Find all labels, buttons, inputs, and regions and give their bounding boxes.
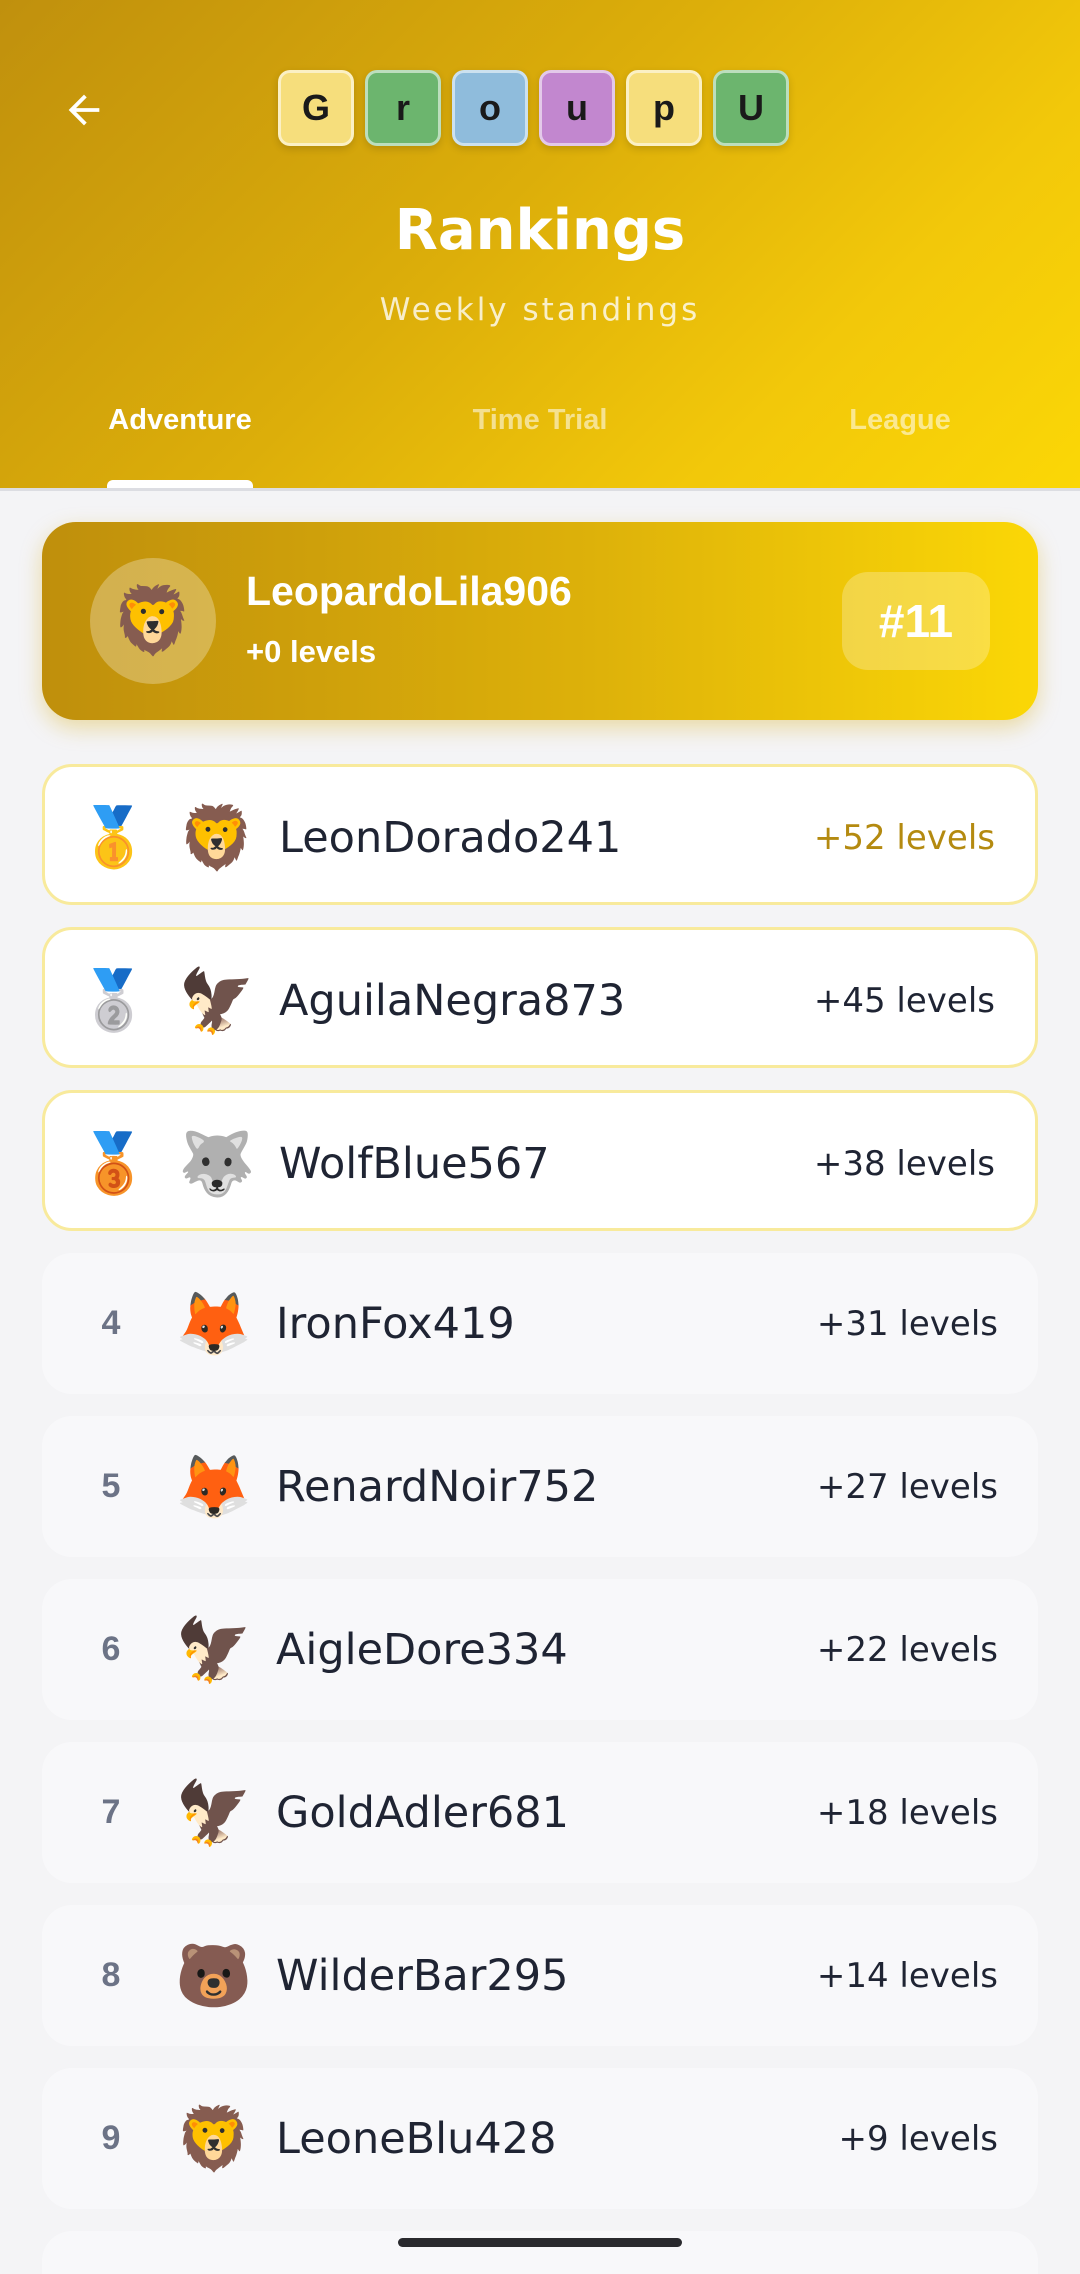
- medal-icon: 🥈: [78, 930, 150, 1071]
- current-user-name: LeopardoLila906: [246, 568, 572, 614]
- arrow-left-icon: [68, 94, 100, 126]
- tab-league[interactable]: League: [720, 396, 1080, 488]
- player-name: LeoneBlu428: [276, 2113, 557, 2164]
- player-levels: +27 levels: [816, 1466, 998, 1507]
- avatar: 🦁: [178, 800, 256, 874]
- rank-number: [82, 2231, 140, 2274]
- avatar: 🦅: [178, 963, 256, 1037]
- rank-number: 8: [101, 1956, 121, 1994]
- player-name: RenardNoir752: [276, 1461, 599, 1512]
- logo-tile: U: [713, 70, 789, 146]
- medal-icon: 🥉: [77, 1130, 151, 1196]
- tab-bar: Adventure Time Trial League: [0, 396, 1080, 488]
- avatar: 🦁: [175, 2101, 253, 2175]
- leaderboard-row[interactable]: 7 🦅 GoldAdler681 +18 levels: [42, 1742, 1038, 1883]
- leaderboard-row[interactable]: 🥉 🐺 WolfBlue567 +38 levels: [42, 1090, 1038, 1231]
- app-logo: GroupU: [278, 70, 789, 146]
- current-user-card[interactable]: 🦁 LeopardoLila906 +0 levels #11: [42, 522, 1038, 720]
- header: GroupU Rankings Weekly standings Adventu…: [0, 0, 1080, 488]
- player-name: LeonDorado241: [279, 812, 622, 863]
- current-user-levels: +0 levels: [246, 634, 377, 669]
- logo-tile: G: [278, 70, 354, 146]
- rank-number: 4: [101, 1304, 121, 1342]
- player-levels: +22 levels: [816, 1629, 998, 1670]
- avatar: 🦅: [175, 1775, 253, 1849]
- player-levels: +52 levels: [813, 817, 995, 858]
- page-title: Rankings: [394, 198, 686, 263]
- player-name: GoldAdler681: [276, 1787, 569, 1838]
- player-name: IronFox419: [276, 1298, 515, 1349]
- avatar: 🦊: [175, 1449, 253, 1523]
- medal-icon: 🥉: [78, 1093, 150, 1234]
- player-name: AigleDore334: [276, 1624, 568, 1675]
- rank-number: 6: [101, 1630, 121, 1668]
- back-button[interactable]: [52, 78, 116, 142]
- avatar: 🐻: [175, 1938, 253, 2012]
- avatar: 🦁: [90, 558, 216, 684]
- page-subtitle: Weekly standings: [379, 292, 701, 328]
- player-levels: +14 levels: [816, 1955, 998, 1996]
- leaderboard-row[interactable]: 5 🦊 RenardNoir752 +27 levels: [42, 1416, 1038, 1557]
- player-levels: +38 levels: [813, 1143, 995, 1184]
- player-name: WilderBar295: [276, 1950, 569, 2001]
- rank-number: 5: [101, 1467, 121, 1505]
- avatar: 🐺: [178, 1126, 256, 1200]
- logo-tile: o: [452, 70, 528, 146]
- player-levels: +18 levels: [816, 1792, 998, 1833]
- leaderboard-row[interactable]: 🥇 🦁 LeonDorado241 +52 levels: [42, 764, 1038, 905]
- leaderboard-row[interactable]: 8 🐻 WilderBar295 +14 levels: [42, 1905, 1038, 2046]
- leaderboard-row[interactable]: 6 🦅 AigleDore334 +22 levels: [42, 1579, 1038, 1720]
- avatar: 🦊: [175, 1286, 253, 1360]
- logo-tile: p: [626, 70, 702, 146]
- leaderboard-row[interactable]: 🥈 🦅 AguilaNegra873 +45 levels: [42, 927, 1038, 1068]
- player-name: WolfBlue567: [279, 1138, 550, 1189]
- home-indicator[interactable]: [398, 2238, 682, 2247]
- player-levels: +9 levels: [838, 2118, 999, 2159]
- leaderboard-list: 🥇 🦁 LeonDorado241 +52 levels 🥈 🦅 AguilaNegra87…: [42, 764, 1038, 2274]
- avatar: 🦅: [175, 1612, 253, 1686]
- tab-time-trial[interactable]: Time Trial: [360, 396, 720, 488]
- medal-icon: 🥇: [78, 767, 150, 908]
- medal-icon: 🥈: [77, 967, 151, 1033]
- rank-number: 7: [101, 1793, 121, 1831]
- current-user-rank-badge: #11: [842, 572, 990, 670]
- logo-tile: r: [365, 70, 441, 146]
- medal-icon: 🥇: [77, 804, 151, 870]
- player-levels: +31 levels: [816, 1303, 998, 1344]
- rank-number: 9: [101, 2119, 121, 2157]
- player-name: AguilaNegra873: [279, 975, 626, 1026]
- player-levels: +45 levels: [813, 980, 995, 1021]
- divider: [0, 488, 1080, 491]
- tab-adventure[interactable]: Adventure: [0, 396, 360, 488]
- logo-tile: u: [539, 70, 615, 146]
- leaderboard-row[interactable]: 9 🦁 LeoneBlu428 +9 levels: [42, 2068, 1038, 2209]
- leaderboard-row[interactable]: 4 🦊 IronFox419 +31 levels: [42, 1253, 1038, 1394]
